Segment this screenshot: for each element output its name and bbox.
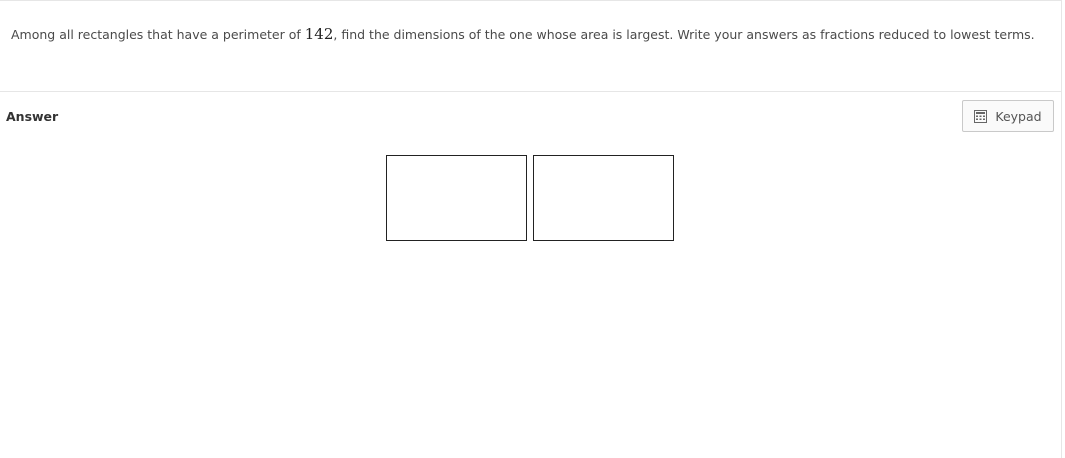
perimeter-value: 142 (304, 25, 334, 43)
question-text: Among all rectangles that have a perimet… (11, 25, 1035, 43)
question-panel: Among all rectangles that have a perimet… (0, 0, 1062, 92)
answer-section: Answer Keypad (0, 92, 1062, 458)
answer-input-2[interactable] (533, 155, 674, 241)
keypad-label: Keypad (995, 108, 1042, 124)
keypad-button[interactable]: Keypad (962, 100, 1054, 132)
calculator-grid-icon (974, 109, 988, 123)
answer-input-1[interactable] (386, 155, 527, 241)
question-text-after: , find the dimensions of the one whose a… (333, 27, 1035, 42)
answer-label: Answer (6, 109, 59, 124)
question-text-before: Among all rectangles that have a perimet… (11, 27, 305, 42)
page: Among all rectangles that have a perimet… (0, 0, 1065, 458)
